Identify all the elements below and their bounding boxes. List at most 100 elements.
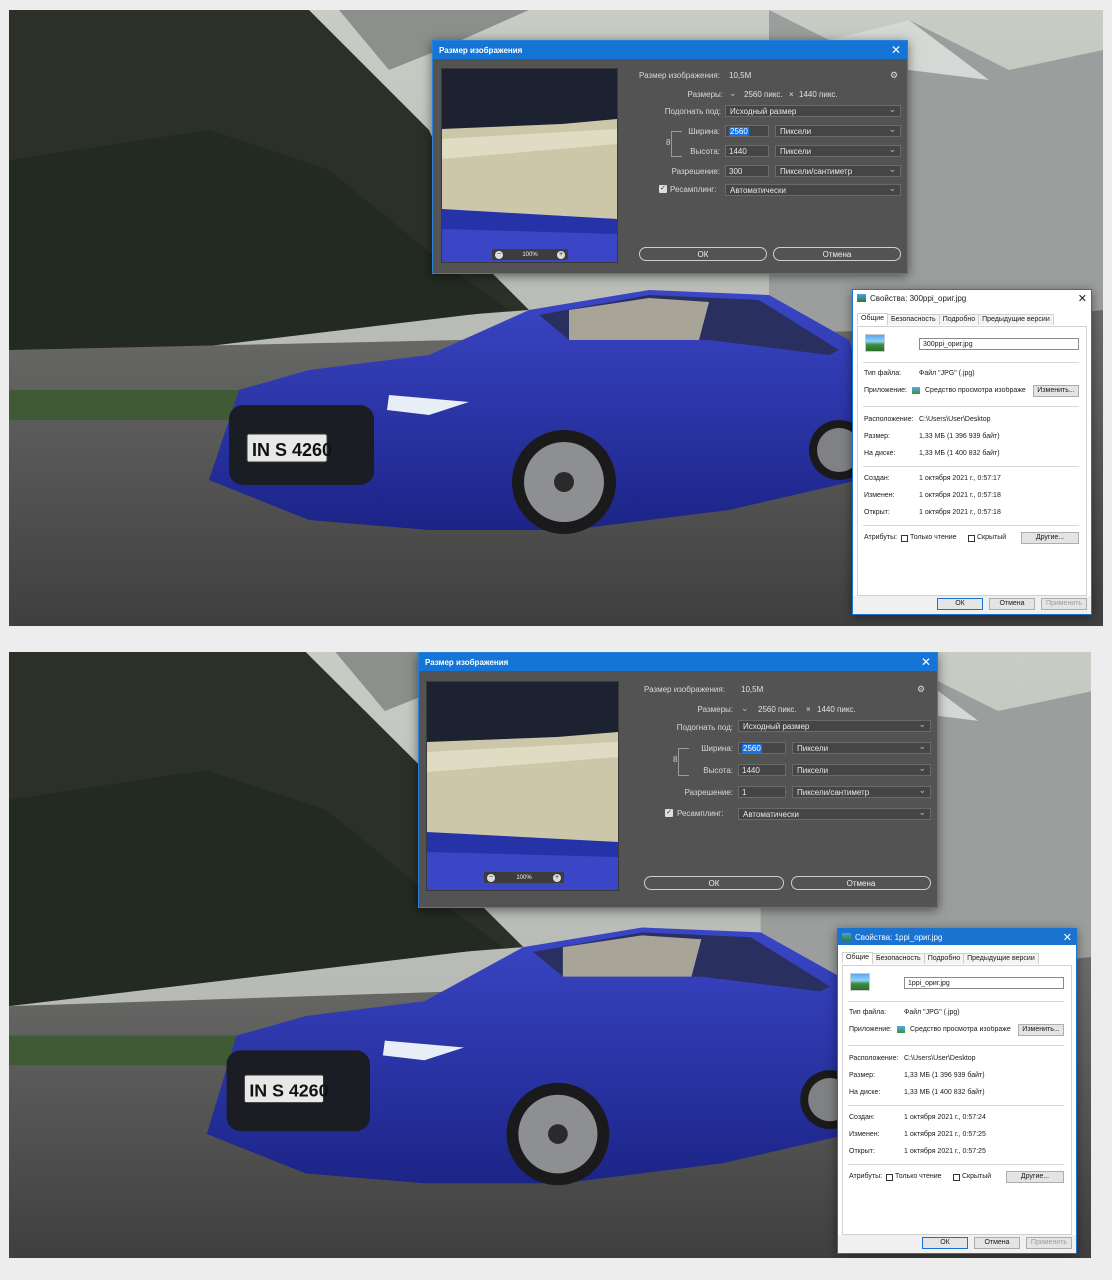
cancel-button[interactable]: Отмена [974, 1237, 1020, 1249]
resolution-input[interactable]: 1 [738, 786, 786, 798]
location-label: Расположение: [849, 1055, 899, 1062]
zoom-out-icon[interactable]: − [487, 873, 495, 882]
tab-details[interactable]: Подробно [938, 314, 980, 325]
apply-button[interactable]: Применить [1041, 598, 1087, 610]
height-value: 1440 [729, 147, 747, 156]
fit-to-dropdown[interactable]: Исходный размер [725, 104, 901, 117]
chevron-down-icon[interactable]: ⌄ [741, 703, 749, 714]
gear-icon[interactable]: ⚙ [917, 684, 925, 695]
ok-button[interactable]: ОК [922, 1237, 968, 1249]
width-label: Ширина: [688, 127, 720, 136]
advanced-button[interactable]: Другие... [1006, 1171, 1064, 1183]
width-input[interactable]: 2560 [738, 742, 786, 754]
app-value: Средство просмотра изображе [925, 387, 1026, 394]
close-icon[interactable]: ✕ [1063, 931, 1072, 944]
height-unit-value: Пиксели [797, 766, 829, 775]
zoom-out-icon[interactable]: − [495, 250, 503, 259]
ok-button[interactable]: ОК [937, 598, 983, 610]
close-icon[interactable]: ✕ [891, 43, 901, 57]
link-chain-icon[interactable]: 8 [666, 138, 670, 147]
height-unit-dropdown[interactable]: Пиксели [792, 763, 931, 776]
width-unit-value: Пиксели [780, 127, 812, 136]
change-button[interactable]: Изменить... [1018, 1024, 1064, 1036]
image-preview[interactable] [426, 681, 619, 891]
preview-image [427, 682, 618, 890]
fit-to-dropdown[interactable]: Исходный размер [738, 719, 931, 732]
filename-input[interactable]: 300ppi_ориг.jpg [919, 338, 1079, 350]
divider [863, 466, 1079, 467]
link-chain-icon[interactable]: 8 [673, 755, 677, 764]
readonly-label: Только чтение [910, 534, 957, 541]
resample-value: Автоматически [730, 186, 786, 195]
height-input[interactable]: 1440 [725, 145, 769, 157]
tab-details[interactable]: Подробно [923, 953, 965, 964]
zoom-in-icon[interactable]: + [556, 250, 565, 259]
chevron-down-icon[interactable]: ⌄ [729, 88, 737, 99]
dimensions-width: 2560 пикс. [744, 90, 783, 99]
tab-previous-versions[interactable]: Предыдущие версии [978, 314, 1054, 325]
created-label: Создан: [864, 475, 890, 482]
resolution-unit-dropdown[interactable]: Пиксели/сантиметр [792, 785, 931, 798]
readonly-checkbox[interactable] [886, 1174, 893, 1181]
width-value: 2560 [729, 127, 749, 136]
apply-button[interactable]: Применить [1026, 1237, 1072, 1249]
resample-dropdown[interactable]: Автоматически [738, 807, 931, 820]
tab-security[interactable]: Безопасность [872, 953, 925, 964]
screenshot-panel-top: IN S 4260 Размер изображения ✕ − 100% + … [9, 10, 1103, 626]
image-size-dialog: Размер изображения ✕ − 100% + Размер изо… [418, 652, 938, 908]
close-icon[interactable]: ✕ [921, 655, 931, 669]
resample-checkbox[interactable]: ✓ [665, 809, 673, 817]
file-type-label: Тип файла: [849, 1009, 887, 1016]
hidden-label: Скрытый [962, 1173, 992, 1180]
advanced-button[interactable]: Другие... [1021, 532, 1079, 544]
gear-icon[interactable]: ⚙ [890, 70, 898, 81]
tab-general[interactable]: Общие [857, 313, 889, 324]
license-plate-text: IN S 4260 [249, 1081, 328, 1101]
fit-to-value: Исходный размер [743, 722, 810, 731]
hidden-checkbox[interactable] [968, 535, 975, 542]
divider [863, 362, 1079, 363]
close-icon[interactable]: ✕ [1078, 292, 1087, 305]
image-file-icon [857, 294, 866, 302]
size-label: Размер: [849, 1072, 876, 1079]
opened-label: Открыт: [864, 509, 890, 516]
divider [848, 1001, 1064, 1002]
resample-label: Ресамплинг: [670, 185, 717, 194]
location-value: C:\Users\User\Desktop [904, 1055, 976, 1062]
change-button[interactable]: Изменить... [1033, 385, 1079, 397]
preview-zoom-control: − 100% + [492, 249, 568, 260]
resolution-value: 1 [742, 788, 747, 797]
height-input[interactable]: 1440 [738, 764, 786, 776]
readonly-label: Только чтение [895, 1173, 942, 1180]
resample-checkbox[interactable]: ✓ [659, 185, 667, 193]
resolution-unit-dropdown[interactable]: Пиксели/сантиметр [775, 164, 901, 177]
readonly-checkbox[interactable] [901, 535, 908, 542]
cancel-button[interactable]: Отмена [791, 876, 931, 890]
hidden-checkbox[interactable] [953, 1174, 960, 1181]
resolution-input[interactable]: 300 [725, 165, 769, 177]
width-unit-dropdown[interactable]: Пиксели [792, 741, 931, 754]
tab-general[interactable]: Общие [842, 952, 874, 963]
zoom-in-icon[interactable]: + [552, 873, 561, 882]
tab-previous-versions[interactable]: Предыдущие версии [963, 953, 1039, 964]
tab-security[interactable]: Безопасность [887, 314, 940, 325]
width-input[interactable]: 2560 [725, 125, 769, 137]
image-preview[interactable] [441, 68, 618, 263]
file-thumbnail-icon [865, 334, 885, 352]
cancel-button[interactable]: Отмена [773, 247, 901, 261]
height-unit-dropdown[interactable]: Пиксели [775, 144, 901, 157]
opened-value: 1 октября 2021 г., 0:57:25 [904, 1148, 986, 1155]
width-unit-dropdown[interactable]: Пиксели [775, 124, 901, 137]
ok-button[interactable]: ОК [644, 876, 784, 890]
cancel-button[interactable]: Отмена [989, 598, 1035, 610]
properties-titlebar: Свойства: 300ppi_ориг.jpg ✕ [853, 290, 1091, 306]
properties-title: Свойства: 300ppi_ориг.jpg [870, 293, 967, 303]
license-plate-text: IN S 4260 [252, 440, 332, 460]
opened-label: Открыт: [849, 1148, 875, 1155]
image-size-label: Размер изображения: [644, 685, 725, 694]
disk-size-value: 1,33 МБ (1 400 832 байт) [904, 1089, 985, 1096]
dimensions-x: × [789, 90, 794, 99]
resample-dropdown[interactable]: Автоматически [725, 183, 901, 196]
ok-button[interactable]: ОК [639, 247, 767, 261]
filename-input[interactable]: 1ppi_ориг.jpg [904, 977, 1064, 989]
